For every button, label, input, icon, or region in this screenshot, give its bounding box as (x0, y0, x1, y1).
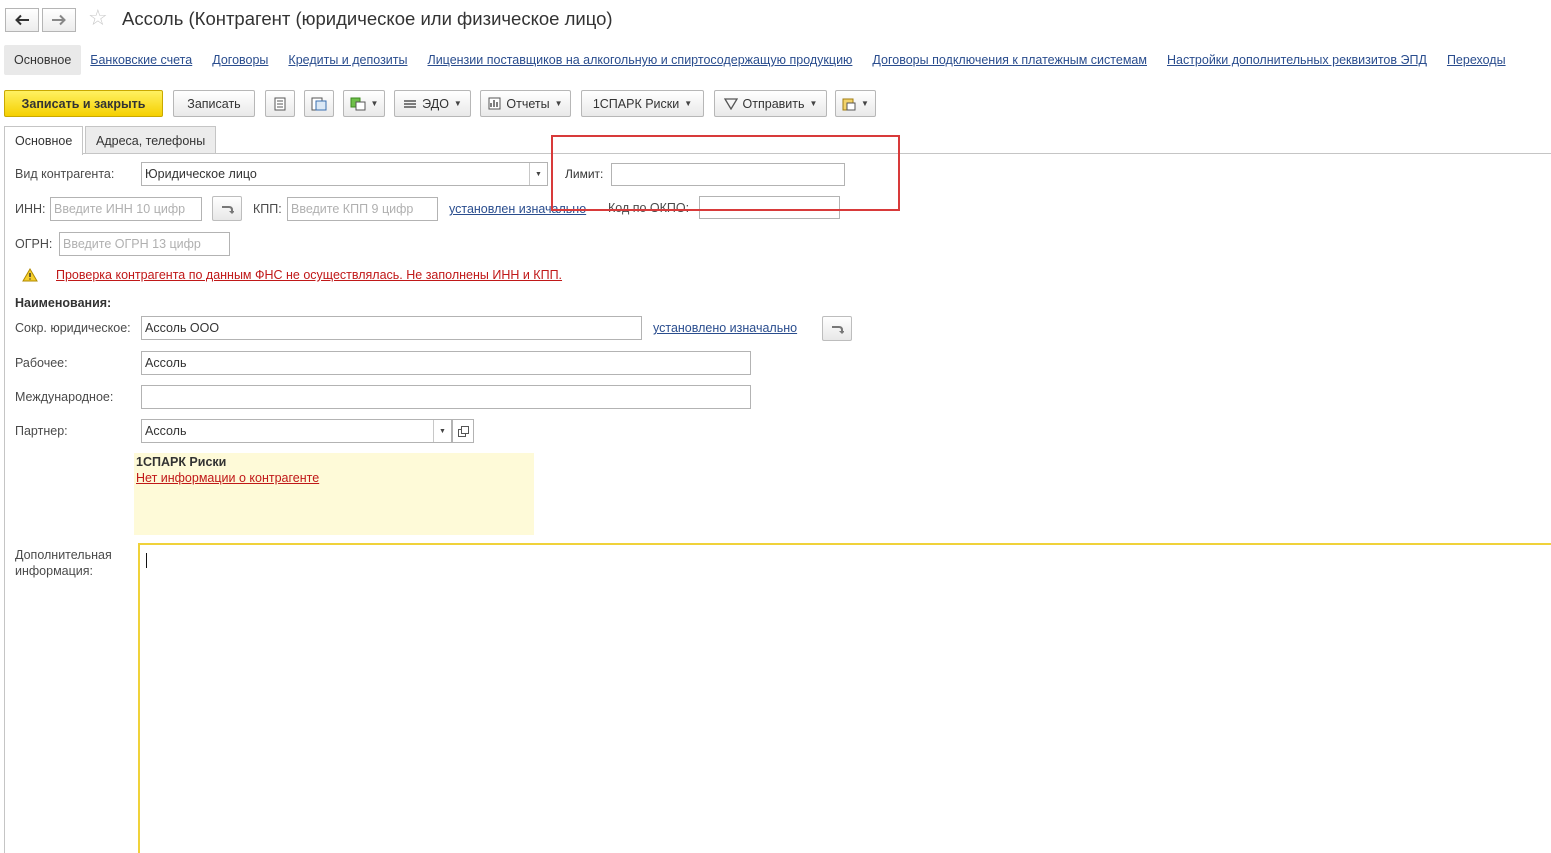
fns-check-warning-link[interactable]: Проверка контрагента по данным ФНС не ос… (56, 268, 562, 282)
work-name-value: Ассоль (145, 356, 187, 370)
back-button[interactable] (5, 8, 39, 32)
work-name-input[interactable]: Ассоль (141, 351, 751, 375)
chevron-down-icon: ▼ (370, 99, 379, 108)
chevron-down-icon: ▼ (861, 99, 869, 108)
inn-input[interactable]: Введите ИНН 10 цифр (50, 197, 202, 221)
reports-button-label: Отчеты (506, 96, 550, 111)
ogrn-label: ОГРН: (15, 237, 53, 251)
chevron-down-icon[interactable]: ▼ (433, 420, 451, 442)
redo-arrow-icon (222, 205, 234, 214)
kpp-placeholder: Введите КПП 9 цифр (291, 202, 414, 216)
redo-arrow-icon (832, 325, 844, 334)
page-title: Ассоль (Контрагент (юридическое или физи… (122, 8, 613, 29)
partner-open-button[interactable] (452, 419, 474, 443)
work-name-label: Рабочее: (15, 356, 68, 370)
nav-link-licenses[interactable]: Лицензии поставщиков на алкогольную и сп… (428, 53, 853, 67)
open-window-icon (457, 425, 469, 437)
partner-select[interactable]: Ассоль ▼ (141, 419, 452, 443)
chevron-down-icon: ▼ (453, 99, 462, 108)
partner-value: Ассоль (145, 424, 187, 438)
chevron-down-icon[interactable]: ▼ (529, 163, 547, 185)
nav-link-transitions[interactable]: Переходы (1447, 53, 1506, 67)
nav-link-credits[interactable]: Кредиты и депозиты (288, 53, 407, 67)
print-button[interactable]: ▼ (835, 90, 876, 117)
save-button[interactable]: Записать (173, 90, 255, 117)
short-name-label: Сокр. юридическое: (15, 321, 131, 335)
top-navigation: Основное Банковские счета Договоры Креди… (4, 44, 1526, 76)
highlight-frame (551, 135, 900, 211)
arrow-left-icon (15, 14, 29, 26)
spark-risks-button-label: 1СПАРК Риски (592, 96, 680, 111)
edo-icon (404, 99, 417, 108)
short-name-history-link[interactable]: установлено изначально (653, 321, 797, 335)
extra-info-label: Дополнительная информация: (15, 548, 112, 578)
tab-main[interactable]: Основное (4, 126, 84, 155)
chevron-down-icon: ▼ (809, 99, 818, 108)
send-icon (723, 97, 738, 110)
chevron-down-icon: ▼ (684, 99, 693, 108)
spark-risks-panel: 1СПАРК Риски Нет информации о контрагент… (134, 453, 534, 535)
fill-by-inn-button[interactable] (212, 196, 242, 221)
related-documents-button[interactable] (304, 90, 334, 117)
edo-button[interactable]: ЭДО ▼ (394, 90, 471, 117)
kind-select[interactable]: Юридическое лицо ▼ (141, 162, 548, 186)
partner-label: Партнер: (15, 424, 68, 438)
kpp-label: КПП: (253, 202, 282, 216)
chevron-down-icon: ▼ (554, 99, 563, 108)
panel-border (4, 153, 5, 853)
warning-icon (22, 268, 38, 282)
intl-name-label: Международное: (15, 390, 114, 404)
tab-addresses-phones[interactable]: Адреса, телефоны (85, 126, 217, 154)
short-name-input[interactable]: Ассоль ООО (141, 316, 642, 340)
names-header: Наименования: (15, 296, 112, 310)
document-list-button[interactable] (265, 90, 295, 117)
short-name-value: Ассоль ООО (145, 321, 220, 335)
kpp-input[interactable]: Введите КПП 9 цифр (287, 197, 438, 221)
short-name-fill-button[interactable] (822, 316, 852, 341)
reports-button[interactable]: Отчеты ▼ (480, 90, 571, 117)
spark-panel-title: 1СПАРК Риски (136, 455, 227, 469)
send-button[interactable]: Отправить ▼ (714, 90, 827, 117)
inn-label: ИНН: (15, 202, 46, 216)
star-icon[interactable]: ☆ (88, 7, 108, 29)
nav-link-payment-contracts[interactable]: Договоры подключения к платежным система… (872, 53, 1147, 67)
report-icon (488, 97, 501, 110)
nav-link-contracts[interactable]: Договоры (212, 53, 268, 67)
ogrn-placeholder: Введите ОГРН 13 цифр (63, 237, 201, 251)
nav-link-bank-accounts[interactable]: Банковские счета (90, 53, 192, 67)
save-and-close-button[interactable]: Записать и закрыть (4, 90, 163, 117)
text-cursor (146, 553, 147, 568)
documents-icon (311, 97, 327, 110)
list-icon (274, 97, 286, 110)
forward-button[interactable] (42, 8, 76, 32)
arrow-right-icon (52, 14, 66, 26)
nav-link-epd-settings[interactable]: Настройки дополнительных реквизитов ЭПД (1167, 53, 1427, 67)
ogrn-input[interactable]: Введите ОГРН 13 цифр (59, 232, 230, 256)
inn-placeholder: Введите ИНН 10 цифр (54, 202, 186, 216)
spark-risks-button[interactable]: 1СПАРК Риски ▼ (581, 90, 704, 117)
kind-value: Юридическое лицо (145, 167, 257, 181)
kind-label: Вид контрагента: (15, 167, 115, 181)
edo-button-label: ЭДО (422, 96, 449, 111)
extra-info-textarea[interactable] (138, 543, 1551, 853)
nav-link-main[interactable]: Основное (4, 45, 82, 75)
create-based-icon (350, 97, 366, 110)
spark-no-info-link[interactable]: Нет информации о контрагенте (136, 471, 532, 485)
clipboard-icon (842, 98, 856, 110)
create-based-on-button[interactable]: ▼ (343, 90, 385, 117)
send-button-label: Отправить (742, 96, 805, 111)
intl-name-input[interactable] (141, 385, 751, 409)
